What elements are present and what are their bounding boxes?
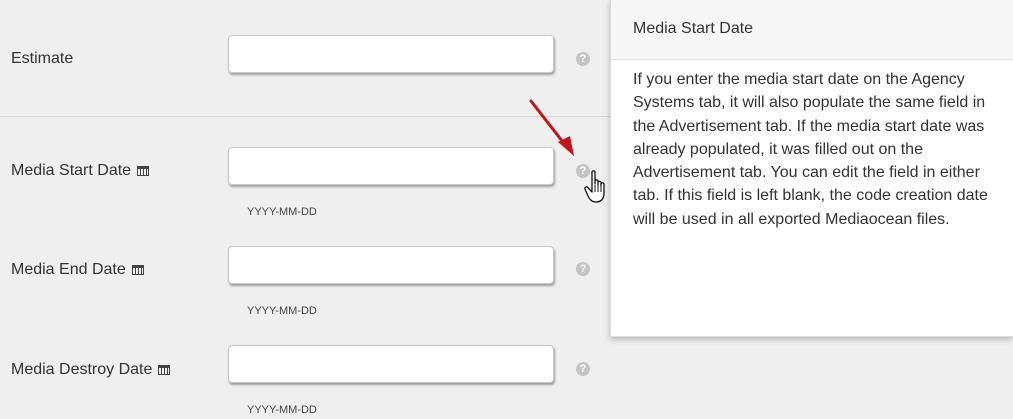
red-arrow-icon (529, 99, 574, 156)
media-destroy-date-help-icon[interactable]: ? (576, 362, 590, 376)
media-destroy-date-label-text: Media Destroy Date (11, 361, 153, 378)
media-start-date-label: Media Start Date (11, 162, 150, 180)
media-start-date-format-hint: YYYY-MM-DD (247, 206, 317, 218)
calendar-icon (158, 365, 171, 375)
media-start-date-label-text: Media Start Date (11, 162, 132, 179)
calendar-icon (131, 265, 144, 275)
estimate-input[interactable] (228, 35, 554, 73)
media-end-date-help-icon[interactable]: ? (576, 262, 590, 276)
media-start-date-input[interactable] (228, 147, 554, 185)
hand-pointer-icon (584, 170, 605, 203)
popover-body: If you enter the media start date on the… (633, 71, 988, 228)
media-destroy-date-format-hint: YYYY-MM-DD (247, 404, 317, 416)
media-end-date-label-text: Media End Date (11, 261, 126, 278)
popover-title: Media Start Date (611, 0, 1013, 60)
help-popover: Media Start Date If you enter the media … (610, 0, 1013, 337)
media-destroy-date-label: Media Destroy Date (11, 361, 171, 379)
estimate-help-icon[interactable]: ? (576, 52, 590, 66)
estimate-label-text: Estimate (11, 50, 74, 67)
media-end-date-input[interactable] (228, 246, 554, 284)
estimate-label: Estimate (11, 50, 73, 68)
media-end-date-label: Media End Date (11, 261, 144, 279)
calendar-icon (137, 166, 150, 176)
media-end-date-format-hint: YYYY-MM-DD (247, 305, 317, 317)
media-destroy-date-input[interactable] (228, 345, 554, 383)
